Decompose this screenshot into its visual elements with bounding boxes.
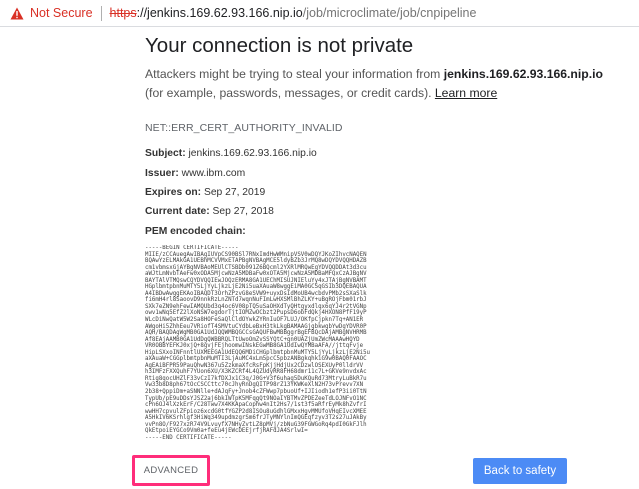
issuer-label: Issuer:: [145, 168, 179, 179]
desc-suffix: (for example, passwords, messages, or cr…: [145, 86, 435, 100]
pem-encoded-chain: -----BEGIN CERTIFICATE----- MIIE/zCCAueg…: [145, 245, 371, 441]
back-to-safety-button[interactable]: Back to safety: [473, 458, 567, 484]
current-date-value: Sep 27, 2018: [212, 206, 274, 217]
warning-icon: [10, 7, 24, 19]
cert-expires: Expires on: Sep 27, 2019: [145, 187, 265, 198]
error-code[interactable]: NET::ERR_CERT_AUTHORITY_INVALID: [145, 122, 343, 134]
cert-issuer: Issuer: www.ibm.com: [145, 168, 245, 179]
current-date-label: Current date:: [145, 206, 210, 217]
advanced-button[interactable]: ADVANCED: [137, 460, 205, 481]
pem-chain-heading: PEM encoded chain:: [145, 226, 246, 237]
url-host: ://jenkins.169.62.93.166.nip.io: [136, 6, 303, 20]
page-title: Your connection is not private: [145, 34, 414, 57]
url-path: /job/microclimate/job/cnpipeline: [302, 6, 477, 20]
address-divider: [100, 5, 102, 21]
issuer-value: www.ibm.com: [181, 168, 246, 179]
learn-more-link[interactable]: Learn more: [435, 86, 497, 100]
expires-value: Sep 27, 2019: [203, 187, 266, 198]
warning-description: Attackers might be trying to steal your …: [145, 65, 615, 103]
pem-label: PEM encoded chain:: [145, 226, 246, 237]
desc-prefix: Attackers might be trying to steal your …: [145, 67, 444, 81]
url-protocol: https: [109, 6, 137, 20]
cert-subject: Subject: jenkins.169.62.93.166.nip.io: [145, 148, 317, 159]
address-bar[interactable]: Not Secure https://jenkins.169.62.93.166…: [0, 0, 639, 27]
subject-value: jenkins.169.62.93.166.nip.io: [188, 148, 317, 159]
subject-label: Subject:: [145, 148, 186, 159]
not-secure-label[interactable]: Not Secure: [30, 6, 93, 20]
desc-host: jenkins.169.62.93.166.nip.io: [443, 67, 603, 81]
cert-current-date: Current date: Sep 27, 2018: [145, 206, 274, 217]
expires-label: Expires on:: [145, 187, 202, 198]
